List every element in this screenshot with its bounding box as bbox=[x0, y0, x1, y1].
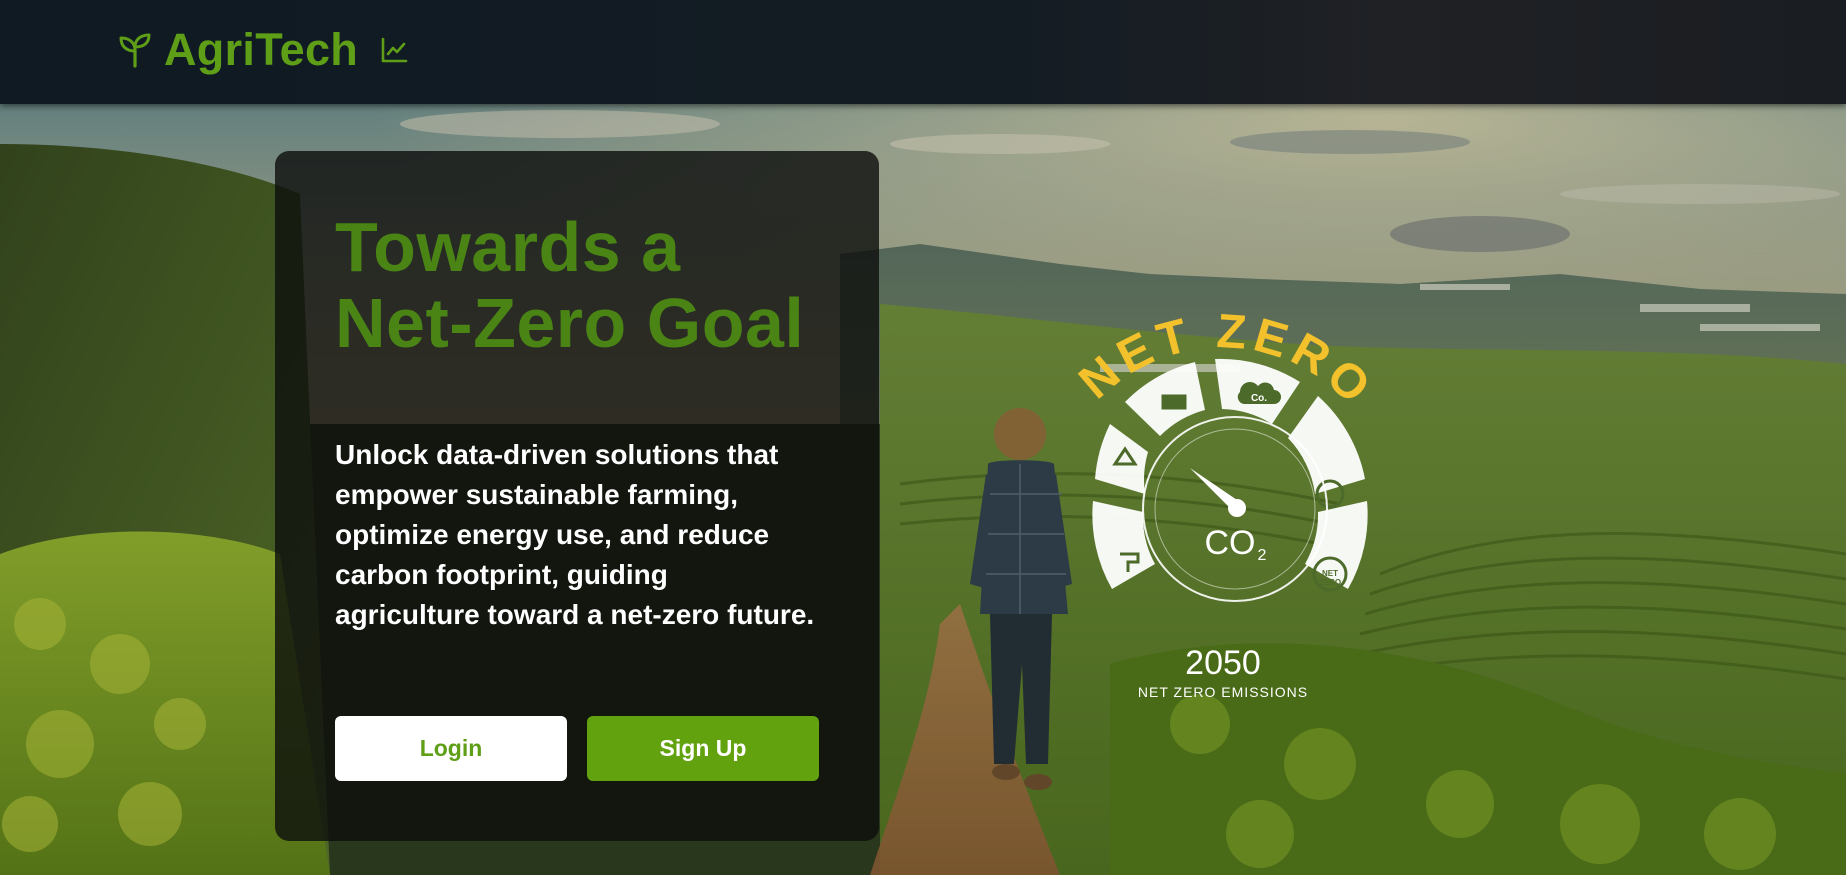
cloud-label: Co. bbox=[1251, 393, 1267, 404]
factory-icon bbox=[1161, 394, 1187, 410]
emblem-caption: NET ZERO EMISSIONS bbox=[1138, 684, 1308, 700]
badge-line1: NET bbox=[1322, 569, 1338, 578]
brand-logo[interactable]: AgriTech bbox=[118, 22, 408, 78]
sprout-icon bbox=[119, 33, 151, 68]
signup-button[interactable]: Sign Up bbox=[587, 716, 819, 781]
hero-card: Towards a Net-Zero Goal Unlock data-driv… bbox=[275, 151, 879, 841]
badge-line2: ZERO bbox=[1319, 578, 1341, 587]
gauge-co2-subscript: 2 bbox=[1258, 547, 1267, 564]
hero-section: NET ZERO Co. NET ZERO CO 2 2050 NET ZERO… bbox=[0, 104, 1846, 875]
net-zero-emblem: NET ZERO Co. NET ZERO CO 2 2050 NET ZERO… bbox=[1069, 314, 1378, 700]
hero-headline: Towards a Net-Zero Goal bbox=[335, 208, 805, 362]
gauge-co2-label: CO bbox=[1205, 524, 1256, 562]
brand-name: AgriTech bbox=[164, 24, 359, 75]
top-navbar: AgriTech bbox=[0, 0, 1846, 104]
line-chart-icon bbox=[381, 37, 408, 63]
hero-subtext: Unlock data-driven solutions that empowe… bbox=[335, 439, 815, 630]
login-button[interactable]: Login bbox=[335, 716, 567, 781]
emblem-year: 2050 bbox=[1185, 644, 1261, 682]
